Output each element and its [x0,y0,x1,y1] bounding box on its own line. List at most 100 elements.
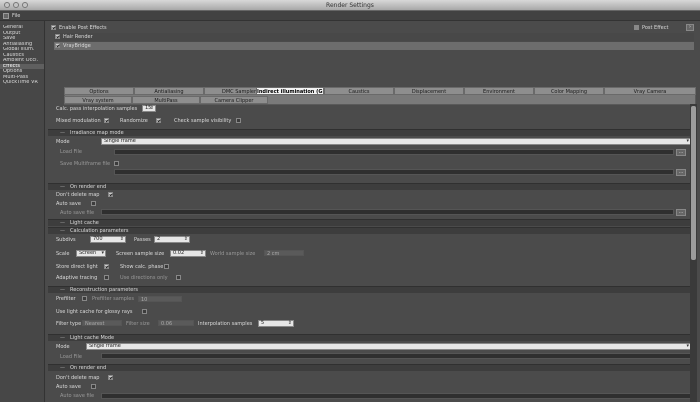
filter-size-stepper[interactable]: 0.06 [158,320,194,327]
file-menu[interactable]: File [12,11,20,21]
post-effect-add-button[interactable]: › [686,24,694,31]
subdivs-stepper[interactable]: 700 [90,236,126,243]
tab-caustics[interactable]: Caustics [324,87,394,95]
close-window-button[interactable] [4,2,10,8]
hair-render-label: Hair Render [63,34,93,40]
enable-post-effects-label: Enable Post Effects [59,25,107,31]
auto-save-checkbox[interactable] [91,201,96,206]
prefilter-checkbox[interactable] [82,296,87,301]
post-effect-menu[interactable]: Post Effect [642,25,668,31]
interpolation-samples-label: Interpolation samples [198,321,253,327]
prefilter-label: Prefilter [56,296,76,302]
scale-label: Scale [56,251,70,257]
zoom-window-button[interactable] [22,2,28,8]
filter-type-value: Nearest [85,321,105,327]
glossy-rays-label: Use light cache for glossy rays [56,309,133,315]
store-direct-light-label: Store direct light [56,264,98,270]
mixed-modulation-checkbox[interactable] [104,118,109,123]
auto-save-label: Auto save [56,201,81,207]
tab-displacement[interactable]: Displacement [394,87,464,95]
scrollbar-thumb[interactable] [691,106,696,260]
minimize-window-button[interactable] [13,2,19,8]
auto-save-file-field[interactable] [101,209,674,215]
filter-type-dropdown[interactable]: Nearest [82,320,122,327]
light-cache-mode-label: Mode [56,344,70,350]
passes-stepper[interactable]: 2 [154,236,190,243]
prefilter-samples-value: 10 [141,297,148,303]
screen-sample-size-stepper[interactable]: 0.02 [170,250,206,257]
interpolation-samples-stepper[interactable]: 5 [258,320,294,327]
save-multiframe-field[interactable] [114,169,674,175]
world-sample-size-label: World sample size [210,251,256,257]
randomize-checkbox[interactable] [156,118,161,123]
light-cache-section[interactable]: Light cache [48,219,690,226]
file-menu-icon [3,13,9,19]
prefilter-samples-stepper[interactable]: 10 [138,296,182,303]
tab-environment[interactable]: Environment [464,87,534,95]
adaptive-tracing-checkbox[interactable] [104,275,109,280]
auto-save-browse-button[interactable]: ... [676,209,686,216]
vraybridge-checkbox[interactable] [55,43,60,48]
adaptive-tracing-label: Adaptive tracing [56,275,98,281]
sidebar: General Output Save Antialiasing Global … [0,21,45,402]
dont-delete-map-label-2: Don't delete map [56,375,100,381]
tab-vray-system[interactable]: Vray system [64,96,132,104]
randomize-label: Randomize [120,118,148,124]
show-calc-phase-checkbox[interactable] [164,264,169,269]
auto-save-file-label: Auto save file [60,210,95,216]
tab-options[interactable]: Options [64,87,134,95]
check-visibility-label: Check sample visibility [174,118,232,124]
world-sample-size-stepper[interactable]: 2 cm [264,250,304,257]
save-multiframe-browse-button[interactable]: ... [676,169,686,176]
tab-camera-clipper[interactable]: Camera Clipper [200,96,268,104]
filter-size-label: Filter size [126,321,150,327]
auto-save-checkbox-2[interactable] [91,384,96,389]
glossy-rays-checkbox[interactable] [142,309,147,314]
dont-delete-map-checkbox-2[interactable] [108,375,113,380]
sidebar-item-quicktime-vr[interactable]: QuickTime VR [0,80,44,86]
dont-delete-map-label: Don't delete map [56,192,100,198]
show-calc-phase-label: Show calc. phase [120,264,164,270]
reconstruction-parameters-section[interactable]: Reconstruction parameters [48,286,690,293]
irradiance-map-mode-section[interactable]: Irradiance map mode [48,129,690,136]
world-sample-size-value: 2 cm [267,251,280,257]
effect-item-hair-render[interactable]: Hair Render [54,33,694,41]
light-cache-mode-section[interactable]: Light cache Mode [48,334,690,341]
use-directions-only-label: Use directions only [120,275,168,281]
save-multiframe-checkbox[interactable] [114,161,119,166]
window-title: Render Settings [326,2,374,9]
auto-save-file-label-2: Auto save file [60,393,95,399]
use-directions-only-checkbox[interactable] [176,275,181,280]
light-cache-load-file-label: Load File [60,354,82,360]
interp-samples-stepper[interactable]: 15 [142,105,156,112]
irradiance-load-browse-button[interactable]: ... [676,149,686,156]
calculation-parameters-section[interactable]: Calculation parameters [48,227,690,234]
filter-size-value: 0.06 [161,321,173,327]
tab-indirect-illumination[interactable]: Indirect illumination (GI) [256,87,324,95]
scale-dropdown[interactable]: Screen [76,250,106,257]
irradiance-mode-dropdown[interactable]: Single frame [101,138,691,145]
effect-item-vraybridge[interactable]: VrayBridge [54,42,694,50]
check-visibility-checkbox[interactable] [236,118,241,123]
screen-sample-size-label: Screen sample size [116,251,165,257]
store-direct-light-checkbox[interactable] [104,264,109,269]
light-cache-load-file-field[interactable] [101,353,691,359]
irradiance-load-file-field[interactable] [114,149,674,155]
dont-delete-map-checkbox[interactable] [108,192,113,197]
tab-color-mapping[interactable]: Color Mapping [534,87,604,95]
irradiance-load-file-label: Load File [60,149,82,155]
tab-antialiasing[interactable]: Antialiasing [134,87,204,95]
subdivs-label: Subdivs [56,237,76,243]
passes-label: Passes [134,237,151,243]
tab-multipass[interactable]: MultiPass [132,96,200,104]
enable-post-effects-checkbox[interactable] [51,25,56,30]
on-render-end-section[interactable]: On render end [48,183,690,190]
light-cache-mode-dropdown[interactable]: Single frame [86,343,691,350]
tab-vray-camera[interactable]: Vray Camera [604,87,696,95]
on-render-end-section-2[interactable]: On render end [48,364,690,371]
hair-render-checkbox[interactable] [55,34,60,39]
vraybridge-label: VrayBridge [63,43,91,49]
auto-save-label-2: Auto save [56,384,81,390]
auto-save-file-field-2[interactable] [101,393,691,399]
menubar: File [0,11,700,21]
